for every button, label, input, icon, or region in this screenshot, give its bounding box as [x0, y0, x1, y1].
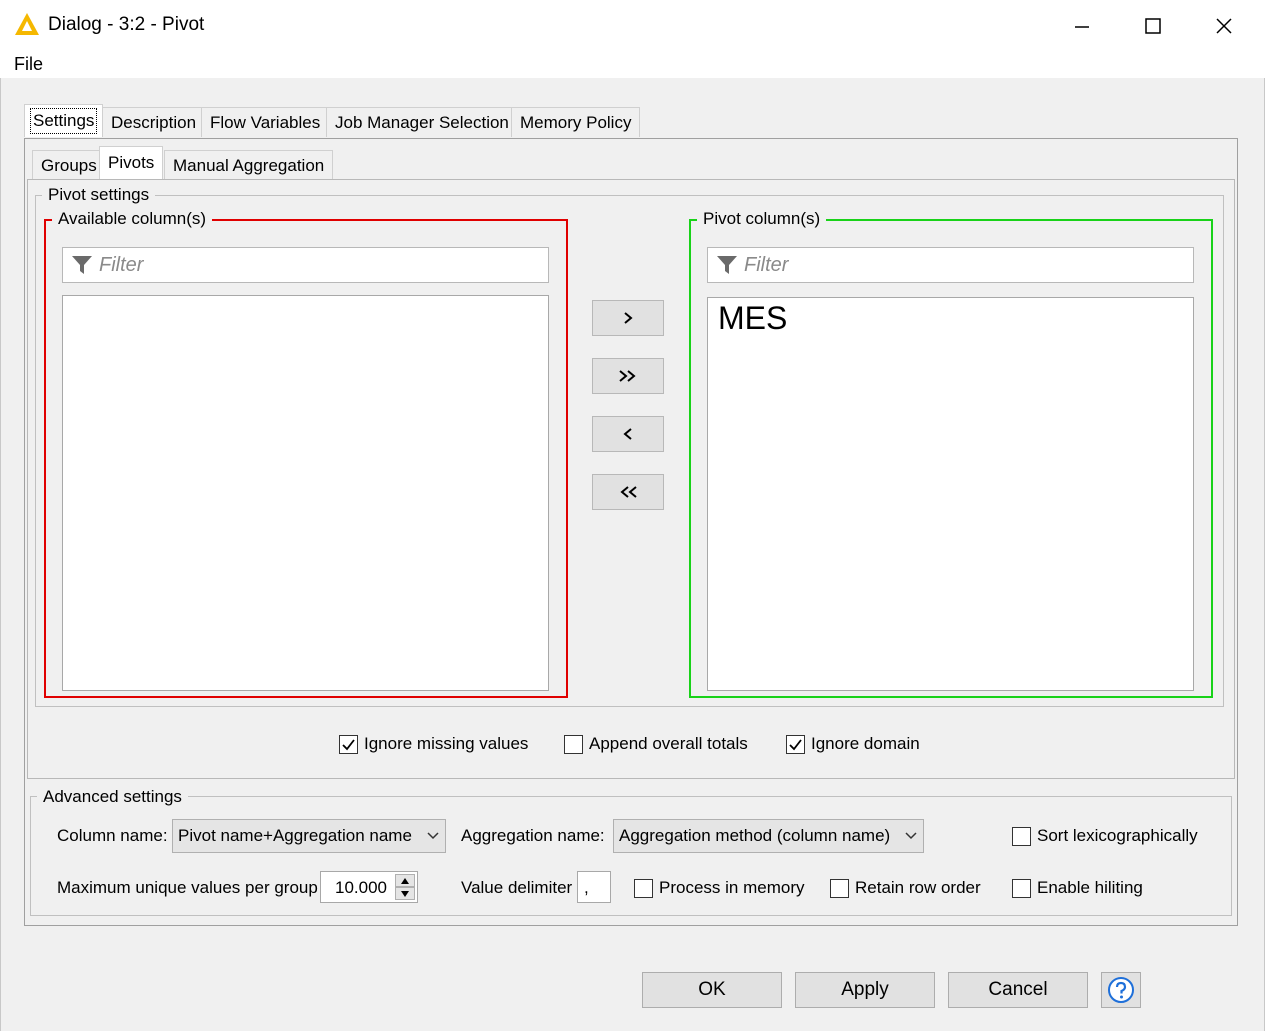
- filter-icon: [71, 254, 93, 276]
- checkbox-unchecked-icon: [1012, 826, 1031, 846]
- filter-placeholder: Filter: [744, 253, 789, 276]
- ignore-domain-checkbox[interactable]: Ignore domain: [786, 734, 920, 754]
- max-unique-label: Maximum unique values per group: [57, 878, 318, 897]
- filter-placeholder: Filter: [99, 253, 144, 276]
- window-title: Dialog - 3:2 - Pivot: [48, 14, 205, 35]
- available-columns-list[interactable]: [62, 295, 549, 691]
- subtab-pivots[interactable]: Pivots: [99, 146, 164, 179]
- checkbox-checked-icon: [786, 734, 805, 754]
- cancel-button[interactable]: Cancel: [948, 972, 1088, 1008]
- tab-settings[interactable]: Settings: [24, 104, 104, 137]
- append-totals-checkbox[interactable]: Append overall totals: [564, 734, 748, 754]
- ignore-missing-checkbox[interactable]: Ignore missing values: [339, 734, 528, 754]
- available-filter-input[interactable]: Filter: [62, 247, 549, 283]
- tab-label: Settings: [29, 108, 98, 134]
- tab-memory-policy[interactable]: Memory Policy: [511, 107, 641, 137]
- checkbox-label: Ignore domain: [811, 734, 920, 753]
- chevron-down-icon: [905, 832, 917, 840]
- help-icon: [1108, 977, 1134, 1003]
- title-bar: Dialog - 3:2 - Pivot: [0, 0, 1265, 52]
- apply-button[interactable]: Apply: [795, 972, 935, 1008]
- double-chevron-right-icon: [619, 370, 636, 382]
- value-delimiter-label: Value delimiter: [461, 878, 573, 897]
- aggregation-name-select[interactable]: Aggregation method (column name): [613, 819, 924, 853]
- tab-label: Description: [111, 112, 197, 132]
- tab-label: Memory Policy: [520, 112, 632, 132]
- remove-button[interactable]: [592, 416, 664, 452]
- pivot-columns-title: Pivot column(s): [697, 209, 827, 229]
- add-button[interactable]: [592, 300, 664, 336]
- checkbox-unchecked-icon: [634, 878, 653, 898]
- process-in-memory-checkbox[interactable]: Process in memory: [634, 878, 804, 898]
- checkbox-unchecked-icon: [830, 878, 849, 898]
- pivot-settings-title: Pivot settings: [42, 185, 156, 205]
- list-item[interactable]: MES: [718, 300, 787, 337]
- spinner-value: 10.000: [335, 878, 387, 897]
- ok-button[interactable]: OK: [642, 972, 782, 1008]
- maximize-button[interactable]: [1117, 0, 1189, 52]
- filter-icon: [716, 254, 738, 276]
- help-button[interactable]: [1101, 972, 1141, 1008]
- checkbox-checked-icon: [339, 734, 358, 754]
- advanced-settings-title: Advanced settings: [37, 787, 188, 807]
- enable-hiliting-checkbox[interactable]: Enable hiliting: [1012, 878, 1143, 898]
- pivot-filter-input[interactable]: Filter: [707, 247, 1194, 283]
- subtab-manual-aggregation[interactable]: Manual Aggregation: [164, 150, 334, 180]
- tab-label: Manual Aggregation: [173, 155, 325, 175]
- select-value: Pivot name+Aggregation name: [178, 826, 412, 845]
- advanced-settings-group: [30, 796, 1232, 916]
- minimize-button[interactable]: [1046, 0, 1118, 52]
- max-unique-spinner[interactable]: 10.000: [320, 871, 418, 903]
- checkbox-label: Append overall totals: [589, 734, 748, 753]
- knime-warning-icon: [14, 12, 40, 36]
- tab-flow-variables[interactable]: Flow Variables: [201, 107, 330, 137]
- tab-label: Groups: [41, 155, 97, 175]
- checkbox-label: Process in memory: [659, 878, 805, 897]
- checkbox-unchecked-icon: [564, 734, 583, 754]
- aggregation-name-label: Aggregation name:: [461, 826, 605, 845]
- column-name-label: Column name:: [57, 826, 168, 845]
- available-columns-title: Available column(s): [52, 209, 213, 229]
- close-button[interactable]: [1188, 0, 1260, 52]
- select-value: Aggregation method (column name): [619, 826, 891, 845]
- checkbox-label: Sort lexicographically: [1037, 826, 1198, 845]
- retain-row-order-checkbox[interactable]: Retain row order: [830, 878, 981, 898]
- tab-label: Job Manager Selection: [335, 112, 509, 132]
- subtab-groups[interactable]: Groups: [32, 150, 106, 180]
- checkbox-label: Ignore missing values: [364, 734, 529, 753]
- pivot-columns-list[interactable]: MES: [707, 297, 1194, 691]
- menu-file[interactable]: File: [14, 54, 43, 75]
- tab-job-manager-selection[interactable]: Job Manager Selection: [326, 107, 518, 137]
- spinner-up-icon[interactable]: [395, 874, 415, 887]
- checkbox-unchecked-icon: [1012, 878, 1031, 898]
- add-all-button[interactable]: [592, 358, 664, 394]
- tab-description[interactable]: Description: [102, 107, 206, 137]
- double-chevron-left-icon: [620, 486, 637, 498]
- menu-bar: File: [0, 52, 1265, 78]
- column-name-select[interactable]: Pivot name+Aggregation name: [172, 819, 446, 853]
- tab-label: Pivots: [108, 153, 155, 172]
- chevron-left-icon: [623, 428, 632, 440]
- checkbox-label: Retain row order: [855, 878, 981, 897]
- checkbox-label: Enable hiliting: [1037, 878, 1143, 897]
- spinner-down-icon[interactable]: [395, 887, 415, 900]
- tab-label: Flow Variables: [210, 112, 321, 132]
- chevron-right-icon: [624, 312, 633, 324]
- sort-lexicographically-checkbox[interactable]: Sort lexicographically: [1012, 826, 1198, 846]
- remove-all-button[interactable]: [592, 474, 664, 510]
- chevron-down-icon: [427, 832, 439, 840]
- value-delimiter-input[interactable]: ,: [577, 871, 611, 903]
